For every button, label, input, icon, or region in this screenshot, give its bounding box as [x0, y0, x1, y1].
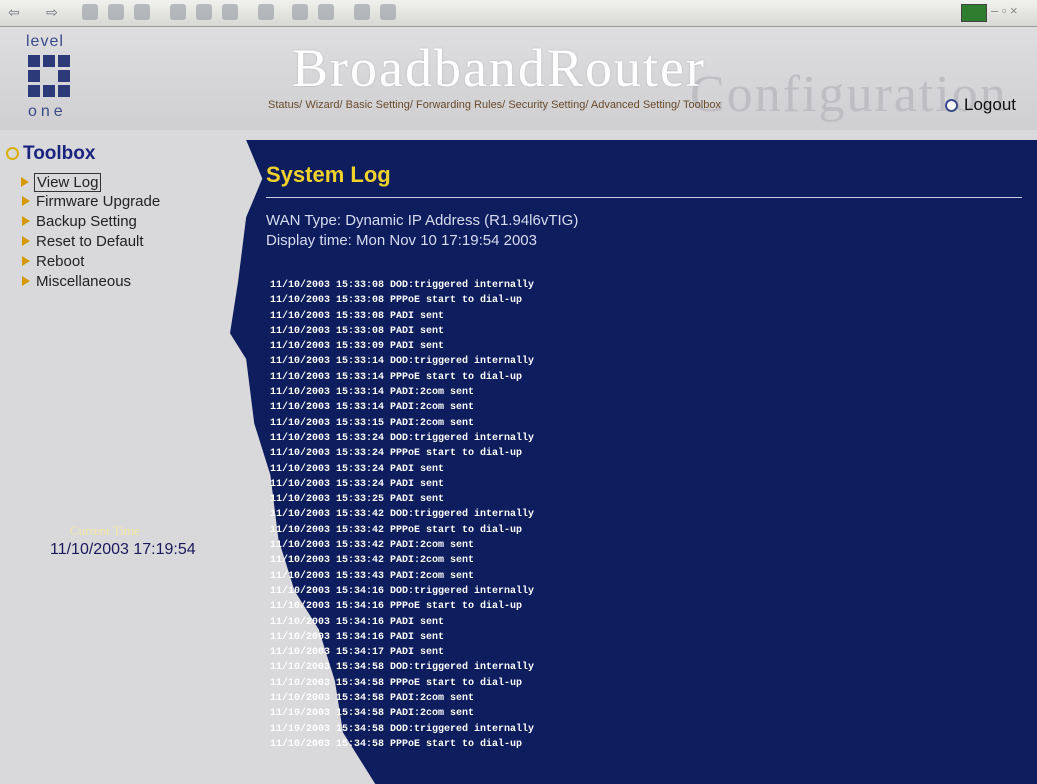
search-icon[interactable] [170, 4, 186, 20]
sidebar-item-backup-setting[interactable]: Backup Setting [22, 213, 137, 230]
log-line: 11/10/2003 15:34:58 DOD:triggered intern… [270, 723, 535, 735]
log-line: 11/10/2003 15:33:43 PADI:2com sent [270, 570, 475, 582]
log-line: 11/10/2003 15:33:24 DOD:triggered intern… [270, 432, 535, 444]
log-line: 11/10/2003 15:33:09 PADI sent [270, 341, 445, 353]
forward-arrow-icon[interactable]: ⇨ [44, 4, 60, 20]
log-line: 11/10/2003 15:34:58 DOD:triggered intern… [270, 662, 535, 674]
sidebar-item-label: View Log [37, 174, 99, 191]
log-line: 11/10/2003 15:33:15 PADI:2com sent [270, 417, 475, 429]
display-time-text: Display time: Mon Nov 10 17:19:54 2003 [266, 232, 537, 249]
window-controls: – ▫ × [961, 3, 1031, 22]
log-line: 11/10/2003 15:33:24 PADI sent [270, 463, 445, 475]
triangle-bullet-icon [22, 196, 30, 206]
log-line: 11/10/2003 15:33:08 DOD:triggered intern… [270, 280, 535, 291]
nav-security-setting[interactable]: Security Setting/ [508, 99, 588, 111]
log-line: 11/10/2003 15:33:24 PADI sent [270, 478, 445, 490]
log-line: 11/10/2003 15:33:24 PPPoE start to dial-… [270, 448, 523, 460]
nav-basic-setting[interactable]: Basic Setting/ [346, 99, 413, 111]
log-line: 11/10/2003 15:33:14 DOD:triggered intern… [270, 356, 535, 368]
log-line: 11/10/2003 15:33:14 PADI:2com sent [270, 402, 475, 414]
log-line: 11/10/2003 15:33:08 PADI sent [270, 325, 445, 337]
circle-icon [6, 147, 19, 161]
log-line: 11/10/2003 15:33:08 PPPoE start to dial-… [270, 295, 523, 307]
title-divider [266, 197, 1022, 198]
log-line: 11/10/2003 15:33:14 PADI:2com sent [270, 387, 475, 399]
log-line: 11/10/2003 15:34:16 PPPoE start to dial-… [270, 601, 523, 613]
mail-icon[interactable] [258, 4, 274, 20]
current-time-value: 11/10/2003 17:19:54 [50, 541, 196, 558]
favorites-icon[interactable] [196, 4, 212, 20]
sidebar-item-miscellaneous[interactable]: Miscellaneous [22, 273, 132, 290]
browser-toolbar: ⇦ ⇨ – ▫ × [0, 0, 1037, 27]
brand-title: BroadbandRouter [292, 38, 706, 98]
discuss-icon[interactable] [354, 4, 370, 20]
log-line: 11/10/2003 15:34:16 PADI sent [270, 616, 445, 628]
log-line: 11/10/2003 15:33:42 DOD:triggered intern… [270, 509, 535, 521]
levelone-logo: level one [26, 33, 86, 125]
messenger-icon[interactable] [380, 4, 396, 20]
current-time-label: Current Time [70, 523, 140, 538]
home-icon[interactable] [134, 4, 150, 20]
sidebar-title: Toolbox [6, 143, 95, 165]
triangle-bullet-icon [22, 276, 30, 286]
sidebar-item-label: Firmware Upgrade [36, 193, 161, 210]
log-line: 11/10/2003 15:34:58 PPPoE start to dial-… [270, 677, 523, 689]
log-line: 11/10/2003 15:33:42 PPPoE start to dial-… [270, 524, 523, 536]
windows-flag-icon [961, 4, 987, 22]
nav-wizard[interactable]: Wizard/ [305, 99, 342, 111]
edit-icon[interactable] [318, 4, 334, 20]
logo-text-top: level [26, 33, 64, 50]
system-log-list: 11/10/2003 15:33:08 DOD:triggered intern… [270, 278, 534, 752]
triangle-bullet-icon [22, 216, 30, 226]
page-title: System Log [266, 162, 391, 187]
log-line: 11/10/2003 15:33:42 PADI:2com sent [270, 540, 475, 552]
nav-status[interactable]: Status/ [268, 99, 302, 111]
log-line: 11/10/2003 15:34:16 PADI sent [270, 631, 445, 643]
router-header: level one Configuration BroadbandRouter … [0, 27, 1037, 130]
log-line: 11/10/2003 15:34:58 PADI:2com sent [270, 708, 475, 720]
log-line: 11/10/2003 15:34:16 DOD:triggered intern… [270, 585, 535, 597]
nav-forwarding-rules[interactable]: Forwarding Rules/ [416, 99, 505, 111]
triangle-bullet-icon [22, 236, 30, 246]
log-line: 11/10/2003 15:34:17 PADI sent [270, 647, 445, 659]
print-icon[interactable] [292, 4, 308, 20]
sidebar-item-label: Reset to Default [36, 233, 144, 250]
minimize-icon[interactable]: – ▫ × [991, 3, 1018, 18]
log-line: 11/10/2003 15:33:08 PADI sent [270, 310, 445, 322]
refresh-icon[interactable] [108, 4, 124, 20]
back-arrow-icon[interactable]: ⇦ [6, 4, 22, 20]
logo-text-bottom: one [28, 103, 67, 120]
log-line: 11/10/2003 15:33:14 PPPoE start to dial-… [270, 371, 523, 383]
sidebar-item-reboot[interactable]: Reboot [22, 253, 85, 270]
top-nav: Status/ Wizard/ Basic Setting/ Forwardin… [268, 99, 721, 111]
sidebar-item-label: Miscellaneous [36, 273, 132, 290]
log-line: 11/10/2003 15:33:42 PADI:2com sent [270, 555, 475, 567]
sidebar-item-label: Reboot [36, 253, 85, 270]
stop-icon[interactable] [82, 4, 98, 20]
nav-toolbox[interactable]: Toolbox [683, 99, 721, 111]
sidebar-item-view-log[interactable]: View Log [21, 173, 102, 192]
wan-type-text: WAN Type: Dynamic IP Address (R1.94l6vTI… [266, 212, 579, 229]
sidebar-item-reset-to-default[interactable]: Reset to Default [22, 233, 144, 250]
log-line: 11/10/2003 15:34:58 PADI:2com sent [270, 693, 475, 705]
log-line: 11/10/2003 15:33:25 PADI sent [270, 494, 445, 506]
triangle-bullet-icon [22, 256, 30, 266]
log-line: 11/10/2003 15:34:58 PPPoE start to dial-… [270, 738, 523, 750]
sidebar-title-label: Toolbox [23, 143, 96, 164]
radio-circle-icon [945, 99, 958, 113]
sidebar-item-label: Backup Setting [36, 213, 137, 230]
logout-button[interactable]: Logout [945, 95, 1016, 115]
nav-advanced-setting[interactable]: Advanced Setting/ [591, 99, 680, 111]
triangle-bullet-icon [21, 177, 29, 187]
logout-label: Logout [964, 95, 1016, 114]
history-icon[interactable] [222, 4, 238, 20]
sidebar-item-firmware-upgrade[interactable]: Firmware Upgrade [22, 193, 161, 210]
